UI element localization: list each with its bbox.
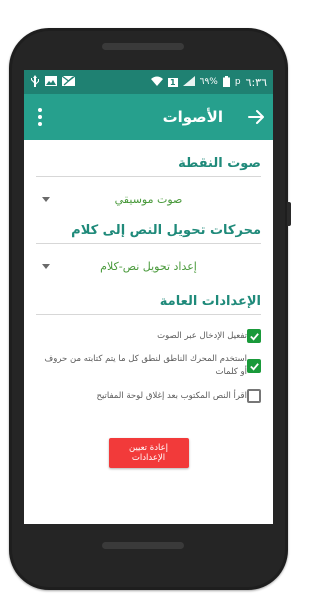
- status-indicators: 1 ٦٩% p ٦:٣٦: [151, 75, 267, 89]
- tts-engine-dropdown[interactable]: إعداد تحويل نص-كلام: [36, 252, 261, 280]
- option-speak-typed[interactable]: استخدم المحرك الناطق لنطق كل ما يتم كتاب…: [36, 353, 261, 379]
- section-title-tts-engines: محركات تحويل النص إلى كلام: [71, 223, 261, 238]
- reset-settings-button[interactable]: إعادة تعيين الإعدادات: [108, 438, 189, 468]
- reset-container: إعادة تعيين الإعدادات: [36, 438, 261, 468]
- mail-off-icon: [61, 75, 76, 88]
- am-pm: p: [234, 77, 241, 87]
- clock: ٦:٣٦: [245, 75, 267, 89]
- option-read-after-close[interactable]: اقرأ النص المكتوب بعد إغلاق لوحة المفاتي…: [36, 389, 261, 403]
- dropdown-caret-icon: [42, 197, 50, 202]
- side-button[interactable]: [287, 202, 291, 226]
- option-voice-input[interactable]: تفعيل الإدخال عبر الصوت: [36, 329, 261, 343]
- bottom-speaker: [102, 542, 184, 549]
- image-icon: [45, 76, 57, 88]
- app-bar: الأصوات: [24, 94, 273, 140]
- status-bar: 1 ٦٩% p ٦:٣٦: [24, 70, 273, 94]
- section-title-general: الإعدادات العامة: [159, 294, 261, 309]
- battery-percent: ٦٩%: [199, 77, 218, 87]
- read-after-close-checkbox[interactable]: [247, 389, 261, 403]
- dropdown-caret-icon: [42, 264, 50, 269]
- option-label: اقرأ النص المكتوب بعد إغلاق لوحة المفاتي…: [96, 390, 247, 401]
- point-sound-dropdown[interactable]: صوت موسيقي: [36, 185, 261, 213]
- option-label: استخدم المحرك الناطق لنطق كل ما يتم كتاب…: [44, 354, 247, 377]
- back-arrow-icon[interactable]: [247, 108, 265, 126]
- usb-icon: [30, 75, 40, 89]
- overflow-menu-icon[interactable]: [32, 104, 48, 130]
- divider: [36, 176, 261, 177]
- wifi-icon: [151, 76, 164, 88]
- voice-input-checkbox[interactable]: [247, 329, 261, 343]
- checkmark-icon: [249, 362, 259, 371]
- battery-icon: [222, 75, 230, 89]
- speak-typed-checkbox[interactable]: [247, 359, 261, 373]
- sim-badge: 1: [168, 77, 178, 87]
- settings-list: صوت النقطة صوت موسيقي محركات تحويل النص …: [24, 156, 273, 468]
- top-speaker: [102, 43, 184, 50]
- divider: [36, 243, 261, 244]
- option-label: تفعيل الإدخال عبر الصوت: [157, 330, 247, 341]
- divider: [36, 314, 261, 315]
- tts-engine-selected: إعداد تحويل نص-كلام: [100, 259, 197, 273]
- signal-icon: [182, 76, 195, 88]
- checkmark-icon: [249, 332, 259, 341]
- page-title: الأصوات: [162, 108, 223, 126]
- section-title-point-sound: صوت النقطة: [178, 156, 261, 171]
- screen: 1 ٦٩% p ٦:٣٦ الأصوات صوت النقطة صوت موسي…: [24, 70, 273, 524]
- point-sound-selected: صوت موسيقي: [114, 192, 183, 206]
- status-notifications: [30, 75, 76, 89]
